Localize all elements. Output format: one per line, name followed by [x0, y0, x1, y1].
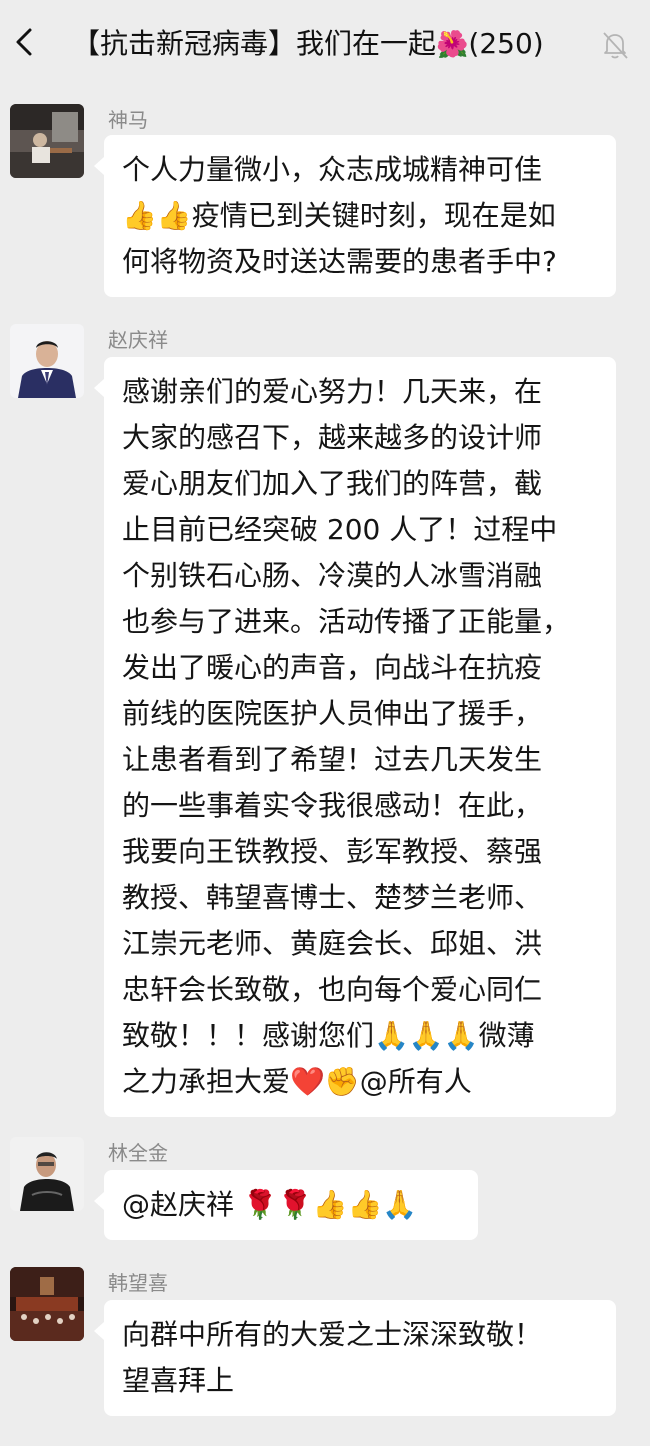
sender-name: 神马: [108, 108, 148, 132]
hibiscus-emoji: 🌺: [436, 30, 469, 60]
message-line: 感谢亲们的爱心努力！几天来，在: [122, 375, 543, 408]
message-line: 我要向王铁教授、彭军教授、蔡强: [122, 835, 543, 868]
message-line: 爱心朋友们加入了我们的阵营，截: [122, 467, 543, 500]
message-line: 教授、韩望喜博士、楚梦兰老师、: [122, 881, 543, 914]
message-line: @赵庆祥 🌹🌹👍👍🙏: [122, 1188, 418, 1221]
message-line: 望喜拜上: [122, 1364, 235, 1397]
member-count: (250): [468, 27, 544, 60]
message-bubble[interactable]: 个人力量微小，众志成城精神可佳 👍👍疫情已到关键时刻，现在是如 何将物资及时送达…: [94, 135, 616, 297]
message-line: 让患者看到了希望！过去几天发生: [122, 743, 543, 776]
message-line: 发出了暖心的声音，向战斗在抗疫: [122, 651, 543, 684]
message-line: 👍👍疫情已到关键时刻，现在是如: [122, 199, 556, 232]
chevron-left-icon[interactable]: [10, 22, 40, 62]
group-name: 【抗击新冠病毒】我们在一起: [72, 27, 437, 60]
message-line: 忠轩会长致敬，也向每个爱心同仁: [122, 973, 543, 1006]
avatar[interactable]: [10, 324, 84, 398]
avatar[interactable]: [10, 1137, 84, 1211]
message-line: 个别铁石心肠、冷漠的人冰雪消融: [122, 559, 543, 592]
avatar[interactable]: [10, 104, 84, 178]
chat-header: 【抗击新冠病毒】我们在一起🌺(250): [0, 0, 650, 92]
message-line: 何将物资及时送达需要的患者手中?: [122, 245, 557, 278]
message-line: 向群中所有的大爱之士深深致敬！: [122, 1318, 543, 1351]
message-line: 的一些事着实令我很感动！在此，: [122, 789, 543, 822]
message-line: 之力承担大爱❤️✊@所有人: [122, 1065, 472, 1098]
chat-title: 【抗击新冠病毒】我们在一起🌺(250): [72, 26, 544, 63]
message-line: 大家的感召下，越来越多的设计师: [122, 421, 543, 454]
sender-name: 赵庆祥: [108, 328, 168, 352]
sender-name: 韩望喜: [108, 1271, 168, 1295]
avatar-photo-icon: [10, 1267, 84, 1341]
bell-off-icon: [603, 32, 628, 59]
message-line: 个人力量微小，众志成城精神可佳: [122, 153, 543, 186]
avatar-photo-icon: [10, 324, 84, 398]
avatar[interactable]: [10, 1267, 84, 1341]
message-bubble[interactable]: 感谢亲们的爱心努力！几天来，在 大家的感召下，越来越多的设计师 爱心朋友们加入了…: [94, 357, 616, 1117]
avatar-photo-icon: [10, 104, 84, 178]
sender-name: 林全金: [108, 1141, 168, 1165]
message-line: 江崇元老师、黄庭会长、邱姐、洪: [122, 927, 543, 960]
message-line: 致敬！！！感谢您们🙏🙏🙏微薄: [122, 1019, 535, 1052]
avatar-photo-icon: [10, 1137, 84, 1211]
message-bubble[interactable]: 向群中所有的大爱之士深深致敬！ 望喜拜上: [94, 1300, 616, 1416]
message-line: 前线的医院医护人员伸出了援手，: [122, 697, 543, 730]
message-line: 也参与了进来。活动传播了正能量，: [122, 605, 571, 638]
message-bubble[interactable]: @赵庆祥 🌹🌹👍👍🙏: [94, 1170, 478, 1240]
message-line: 止目前已经突破 200 人了！过程中: [122, 513, 558, 546]
